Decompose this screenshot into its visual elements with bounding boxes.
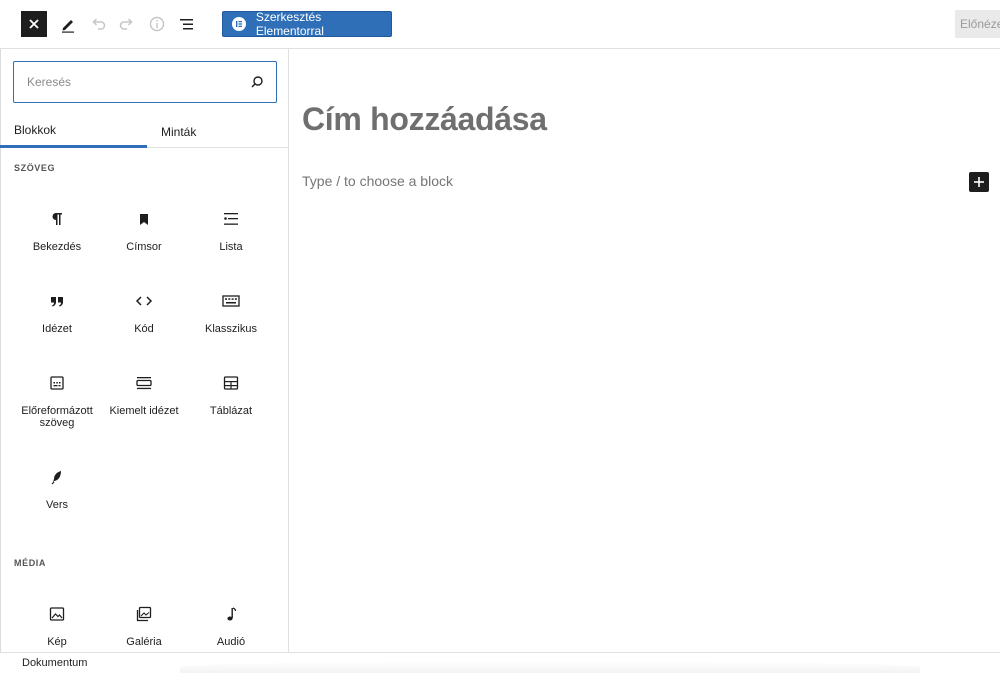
tools-button[interactable] bbox=[57, 13, 79, 35]
footer-shadow bbox=[180, 661, 920, 673]
block-paragraph[interactable]: Bekezdés bbox=[14, 207, 100, 253]
block-gallery[interactable]: Galéria bbox=[101, 602, 187, 648]
block-table[interactable]: Táblázat bbox=[188, 371, 274, 417]
breadcrumb[interactable]: Dokumentum bbox=[22, 657, 87, 669]
undo-icon bbox=[92, 18, 106, 30]
inserter-tabs: Blokkok Minták bbox=[0, 115, 288, 148]
heading-icon bbox=[132, 207, 156, 231]
edit-with-elementor-button[interactable]: Szerkesztés Elementorral bbox=[222, 10, 392, 38]
gallery-icon bbox=[132, 602, 156, 626]
block-label: Idézet bbox=[42, 323, 72, 335]
close-button[interactable] bbox=[21, 11, 47, 37]
pullquote-icon bbox=[132, 371, 156, 395]
verse-icon bbox=[45, 465, 69, 489]
block-label: Galéria bbox=[126, 636, 162, 648]
edit-with-elementor-label: Szerkesztés Elementorral bbox=[255, 10, 324, 38]
block-heading[interactable]: Címsor bbox=[101, 207, 187, 253]
block-verse[interactable]: Vers bbox=[14, 465, 100, 511]
search-input[interactable] bbox=[27, 75, 250, 89]
list-view-icon bbox=[180, 19, 193, 30]
undo-button[interactable] bbox=[87, 13, 109, 35]
block-label: Kiemelt idézet bbox=[109, 405, 179, 417]
add-block-button[interactable] bbox=[969, 172, 989, 192]
block-code[interactable]: Kód bbox=[101, 289, 187, 335]
block-label: Előreformázott szöveg bbox=[21, 405, 93, 429]
block-label: Klasszikus bbox=[205, 323, 257, 335]
block-list[interactable]: Lista bbox=[188, 207, 274, 253]
block-label: Kód bbox=[134, 323, 154, 335]
block-label: Audió bbox=[216, 636, 246, 648]
inserter-search[interactable] bbox=[13, 61, 277, 103]
block-label: Vers bbox=[45, 499, 68, 511]
block-audio[interactable]: Audió bbox=[188, 602, 274, 648]
preformatted-icon bbox=[45, 371, 69, 395]
block-label: Lista bbox=[219, 241, 243, 253]
post-title-input[interactable]: Cím hozzáadása bbox=[302, 101, 547, 138]
block-image[interactable]: Kép bbox=[14, 602, 100, 648]
block-preformatted[interactable]: Előreformázott szöveg bbox=[14, 371, 100, 429]
search-icon bbox=[251, 76, 263, 88]
editor-footer: Dokumentum bbox=[0, 652, 1000, 673]
tab-blocks[interactable]: Blokkok bbox=[0, 115, 147, 148]
quote-icon bbox=[45, 289, 69, 313]
list-icon bbox=[219, 207, 243, 231]
editor-header: Szerkesztés Elementorral Előnézet bbox=[0, 0, 1000, 49]
pencil-icon bbox=[62, 20, 74, 33]
plus-icon bbox=[974, 177, 984, 187]
category-media-heading: MÉDIA bbox=[14, 558, 46, 568]
redo-button[interactable] bbox=[116, 13, 138, 35]
block-appender[interactable]: Type / to choose a block bbox=[302, 173, 453, 189]
category-heading-text: SZÖVEG bbox=[14, 163, 56, 173]
table-icon bbox=[219, 371, 243, 395]
keyboard-icon bbox=[219, 289, 243, 313]
elementor-icon bbox=[232, 17, 246, 31]
audio-icon bbox=[219, 602, 243, 626]
block-classic[interactable]: Klasszikus bbox=[188, 289, 274, 335]
block-label: Címsor bbox=[126, 241, 162, 253]
close-icon bbox=[29, 19, 39, 29]
paragraph-icon bbox=[45, 207, 69, 231]
block-inserter-panel: Blokkok Minták SZÖVEG Bekezdés Címsor Li… bbox=[0, 49, 289, 652]
code-icon bbox=[132, 289, 156, 313]
list-view-button[interactable] bbox=[176, 13, 198, 35]
details-button[interactable] bbox=[146, 13, 168, 35]
tab-patterns[interactable]: Minták bbox=[147, 115, 288, 148]
editor-canvas: Cím hozzáadása Type / to choose a block bbox=[290, 49, 1000, 652]
block-label: Bekezdés bbox=[32, 241, 82, 253]
block-quote[interactable]: Idézet bbox=[14, 289, 100, 335]
block-pullquote[interactable]: Kiemelt idézet bbox=[101, 371, 187, 417]
block-label: Táblázat bbox=[209, 405, 253, 417]
redo-icon bbox=[119, 18, 133, 30]
image-icon bbox=[45, 602, 69, 626]
preview-button[interactable]: Előnézet bbox=[955, 10, 1000, 38]
info-icon bbox=[149, 16, 165, 32]
block-label: Kép bbox=[47, 636, 67, 648]
